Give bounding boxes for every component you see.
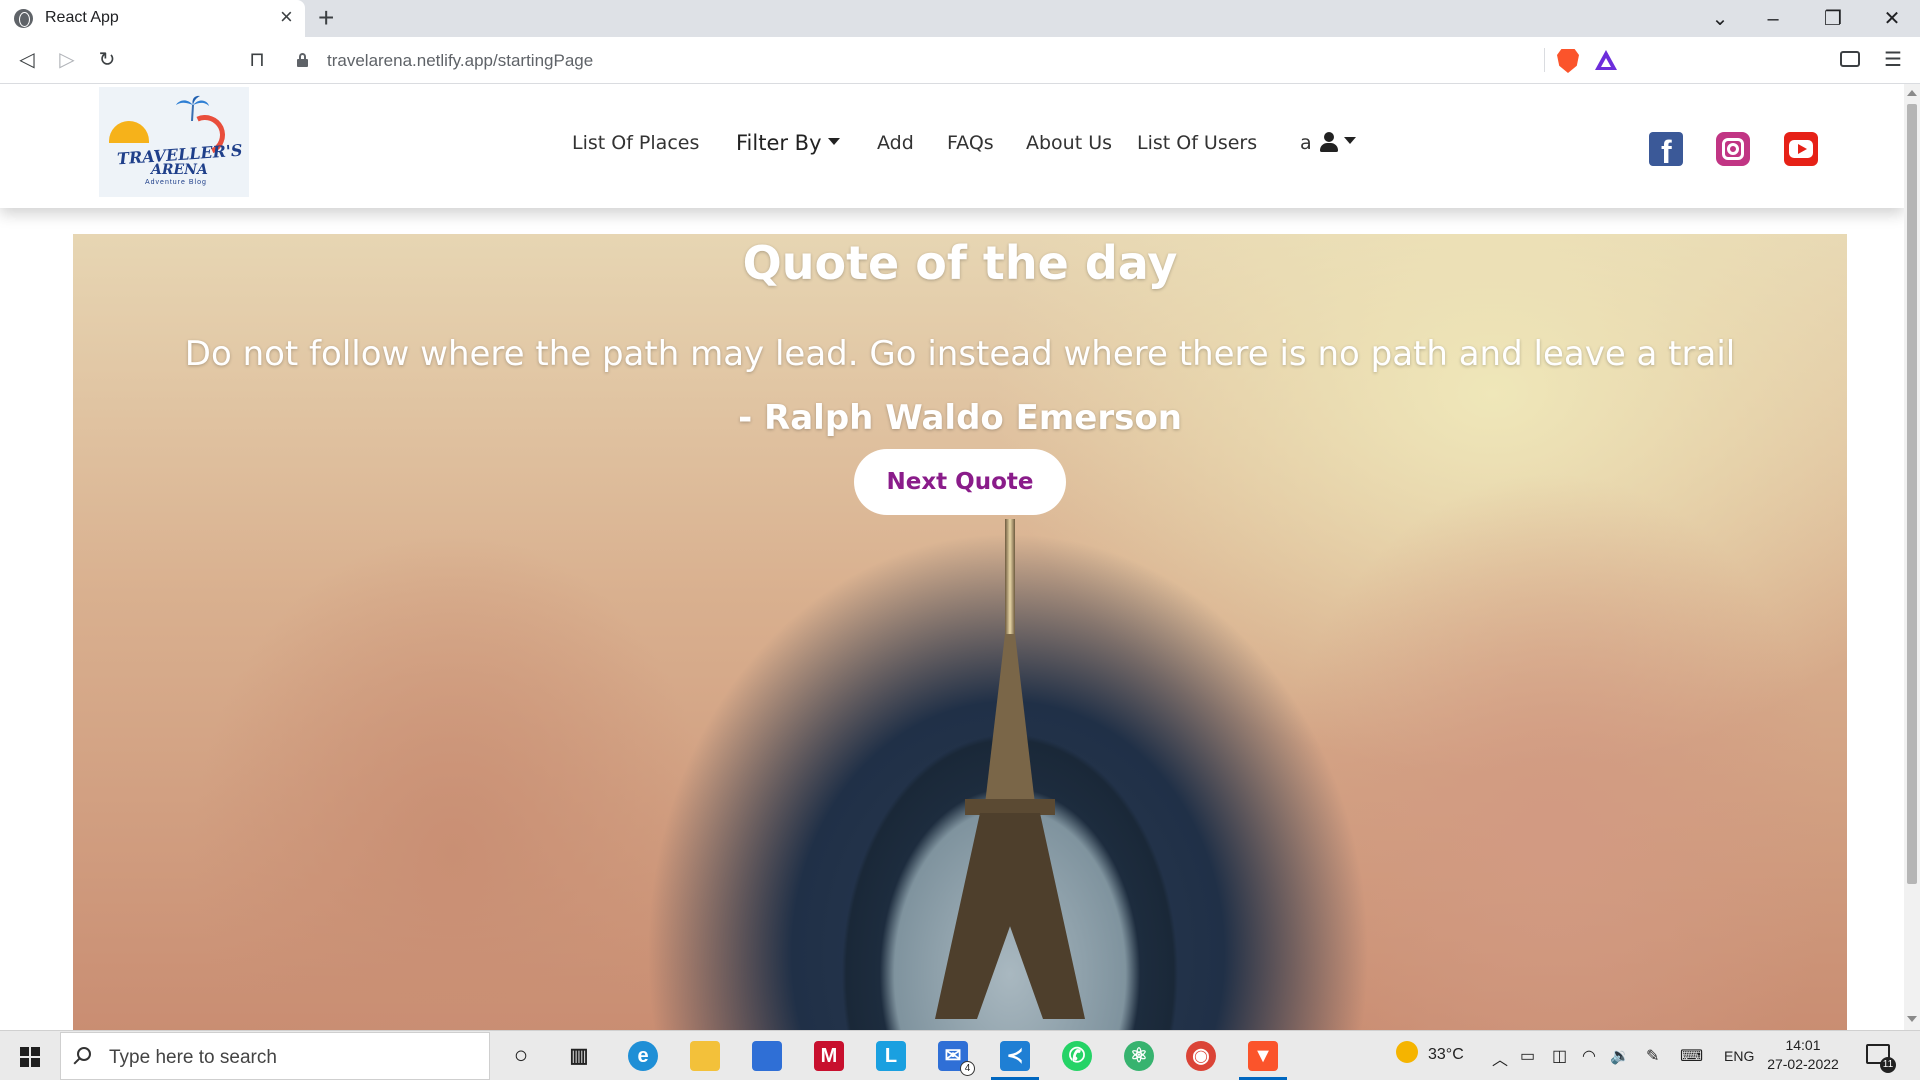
brave-rewards-icon[interactable]: [1595, 50, 1617, 70]
nav-add[interactable]: Add: [877, 132, 914, 154]
pen-icon[interactable]: ✎: [1646, 1046, 1659, 1066]
chevron-up-icon[interactable]: ︿: [1492, 1046, 1508, 1070]
divider: [1544, 48, 1545, 72]
scroll-down-icon[interactable]: [1907, 1016, 1917, 1022]
whatsapp-icon[interactable]: ✆: [1062, 1041, 1092, 1071]
chrome-icon[interactable]: ◉: [1186, 1041, 1216, 1071]
caret-down-icon: [827, 138, 840, 145]
mail-badge: 4: [960, 1061, 975, 1076]
youtube-icon[interactable]: [1784, 132, 1818, 166]
forward-icon[interactable]: ▷: [54, 47, 80, 73]
nav-list-of-users[interactable]: List Of Users: [1137, 132, 1257, 154]
atom-icon[interactable]: ⚛: [1124, 1041, 1154, 1071]
user-icon: [1319, 132, 1338, 152]
nav-list-of-places[interactable]: List Of Places: [572, 132, 699, 154]
user-menu-dropdown[interactable]: a: [1300, 132, 1356, 154]
nav-filter-by-label: Filter By: [736, 131, 822, 155]
quote-hero: Quote of the day Do not follow where the…: [73, 234, 1847, 1030]
taskbar-search[interactable]: Type here to search: [60, 1032, 490, 1080]
caret-down-icon: [1343, 137, 1356, 144]
tab-title: React App: [45, 9, 119, 26]
back-icon[interactable]: ◁: [14, 47, 40, 73]
instagram-icon[interactable]: [1716, 132, 1750, 166]
reload-icon[interactable]: ↻: [94, 47, 120, 73]
search-icon: [77, 1047, 91, 1061]
url-text[interactable]: travelarena.netlify.app/startingPage: [327, 51, 593, 71]
eiffel-tower-image: [935, 519, 1085, 1019]
task-view-icon[interactable]: ▥: [564, 1041, 594, 1071]
edge-icon[interactable]: e: [628, 1041, 658, 1071]
logo-text-line2: ARENA: [151, 162, 208, 178]
launcher-icon[interactable]: L: [876, 1041, 906, 1071]
new-tab-button[interactable]: +: [318, 3, 334, 33]
file-explorer-icon[interactable]: [690, 1041, 720, 1071]
brave-icon[interactable]: ▼: [1248, 1041, 1278, 1071]
weather-icon[interactable]: [1396, 1041, 1418, 1063]
search-placeholder: Type here to search: [109, 1047, 277, 1068]
nav-faqs[interactable]: FAQs: [947, 132, 994, 154]
meet-now-icon[interactable]: ◫: [1552, 1046, 1567, 1066]
volume-icon[interactable]: 🔉: [1610, 1046, 1630, 1066]
wallet-icon[interactable]: [1840, 51, 1860, 67]
windows-start-icon[interactable]: [20, 1047, 40, 1067]
temperature[interactable]: 33°C: [1428, 1046, 1464, 1064]
scroll-thumb[interactable]: [1907, 104, 1917, 884]
restore-button[interactable]: ❐: [1813, 4, 1853, 34]
brave-shields-icon[interactable]: [1557, 49, 1579, 73]
site-logo[interactable]: TRAVELLER'S ARENA Adventure Blog: [99, 87, 249, 197]
nav-filter-by-dropdown[interactable]: Filter By: [736, 131, 840, 155]
nav-about-us[interactable]: About Us: [1026, 132, 1112, 154]
tab-search-icon[interactable]: ⌄: [1700, 4, 1740, 34]
page-viewport: TRAVELLER'S ARENA Adventure Blog List Of…: [0, 84, 1904, 1030]
vscode-icon[interactable]: ≺: [1000, 1041, 1030, 1071]
logo-tagline: Adventure Blog: [145, 179, 207, 186]
clock[interactable]: 14:01 27-02-2022: [1758, 1036, 1848, 1074]
browser-toolbar: ◁ ▷ ↻ ⊓ travelarena.netlify.app/starting…: [0, 37, 1920, 84]
site-header: TRAVELLER'S ARENA Adventure Blog List Of…: [0, 84, 1904, 208]
address-bar[interactable]: travelarena.netlify.app/startingPage: [287, 44, 1637, 77]
cortana-icon[interactable]: ○: [506, 1041, 536, 1071]
battery-icon[interactable]: ▭: [1520, 1046, 1535, 1066]
globe-icon: [14, 9, 33, 28]
close-tab-icon[interactable]: ×: [280, 5, 293, 29]
close-window-button[interactable]: ✕: [1872, 4, 1912, 34]
bookmark-icon[interactable]: ⊓: [244, 47, 270, 73]
browser-tab[interactable]: React App ×: [0, 0, 305, 37]
notification-count: 11: [1880, 1057, 1896, 1073]
scroll-up-icon[interactable]: [1907, 90, 1917, 96]
lock-icon[interactable]: [297, 53, 308, 67]
facebook-icon[interactable]: f: [1649, 132, 1683, 170]
page-scrollbar[interactable]: [1904, 84, 1920, 1030]
clock-time: 14:01: [1785, 1037, 1821, 1053]
mcafee-icon[interactable]: M: [814, 1041, 844, 1071]
tab-strip: React App × + ⌄ – ❐ ✕: [0, 0, 1920, 37]
clock-date: 27-02-2022: [1767, 1056, 1839, 1072]
quote-text: Do not follow where the path may lead. G…: [184, 334, 1736, 374]
quote-author: - Ralph Waldo Emerson: [738, 398, 1182, 438]
wifi-icon[interactable]: ◠: [1582, 1046, 1596, 1066]
store-icon[interactable]: [752, 1041, 782, 1071]
windows-taskbar: Type here to search ○ ▥ e M L ✉ 4 ≺ ✆ ⚛ …: [0, 1030, 1920, 1080]
sun-icon: [109, 121, 149, 143]
language-indicator[interactable]: ENG: [1724, 1048, 1754, 1064]
minimize-button[interactable]: –: [1753, 4, 1793, 34]
user-initial: a: [1300, 132, 1312, 154]
next-quote-button[interactable]: Next Quote: [854, 449, 1066, 515]
quote-title: Quote of the day: [742, 236, 1178, 290]
keyboard-icon[interactable]: ⌨: [1680, 1046, 1703, 1066]
menu-icon[interactable]: ☰: [1884, 47, 1902, 73]
